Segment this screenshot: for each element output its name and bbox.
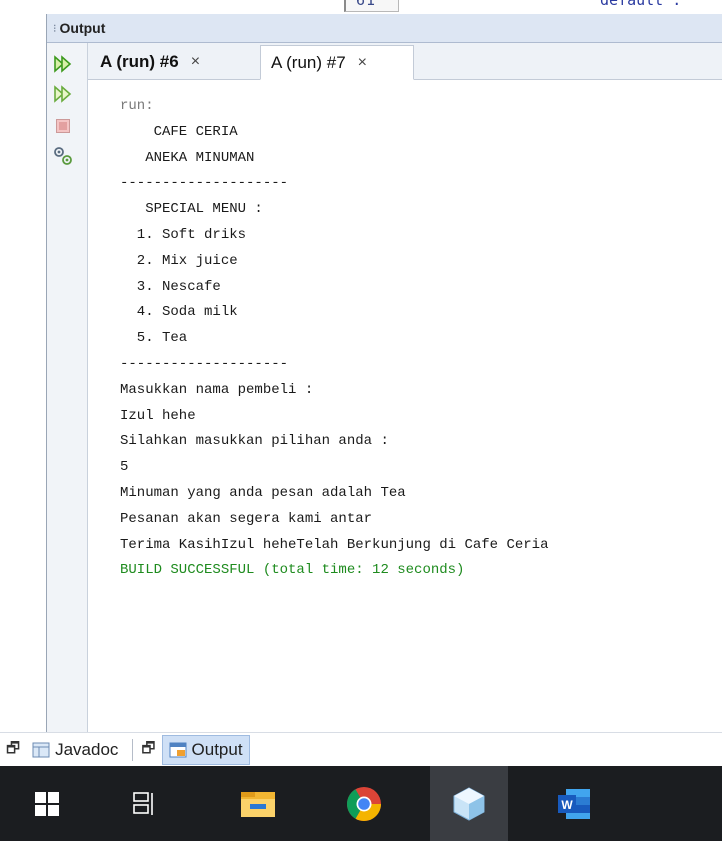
- console-line: SPECIAL MENU :: [120, 201, 263, 218]
- console-line: Pesanan akan segera kami antar: [120, 510, 373, 527]
- dock-separator: [132, 739, 134, 761]
- pin-icon[interactable]: 🗗: [6, 738, 20, 763]
- console-line: 5: [120, 459, 129, 476]
- console-line: Masukkan nama pembeli :: [120, 381, 314, 398]
- console-lines: run: CAFE CERIA ANEKA MINUMAN -----------…: [120, 94, 548, 584]
- close-icon[interactable]: ×: [358, 54, 367, 72]
- console-line: --------------------: [120, 175, 289, 192]
- netbeans-icon[interactable]: [430, 766, 508, 841]
- console-line: Izul hehe: [120, 407, 196, 424]
- console-line: BUILD SUCCESSFUL (total time: 12 seconds…: [120, 562, 465, 579]
- bottom-dock: 🗗 Javadoc 🗗 Output: [0, 732, 722, 767]
- output-window-title: Output: [59, 20, 106, 36]
- dock-item-label: Javadoc: [55, 740, 119, 759]
- settings-icon[interactable]: [52, 145, 74, 167]
- task-view-icon[interactable]: [105, 766, 183, 841]
- console-line: 1. Soft driks: [120, 226, 247, 243]
- drag-grip-icon[interactable]: ⁝: [53, 22, 57, 35]
- rerun-icon[interactable]: [52, 53, 74, 75]
- output-tabs: A (run) #6 × A (run) #7 ×: [88, 43, 722, 80]
- stop-icon[interactable]: [52, 115, 74, 137]
- console-line: 5. Tea: [120, 330, 188, 347]
- chrome-icon[interactable]: [325, 766, 403, 841]
- console-line: --------------------: [120, 355, 289, 372]
- close-icon[interactable]: ×: [191, 53, 200, 71]
- dock-item-javadoc[interactable]: Javadoc: [26, 735, 124, 765]
- dock-item-label: Output: [191, 740, 243, 759]
- rerun-with-options-icon[interactable]: [52, 83, 74, 105]
- console-line: 2. Mix juice: [120, 252, 238, 269]
- editor-fragment: 61 default :: [0, 0, 722, 14]
- pin-icon[interactable]: 🗗: [141, 738, 155, 763]
- windows-taskbar: W: [0, 766, 722, 841]
- console-line: ANEKA MINUMAN: [120, 149, 255, 166]
- tab-run-7[interactable]: A (run) #7 ×: [260, 45, 414, 80]
- console-line: 4. Soda milk: [120, 304, 238, 321]
- console-line: Silahkan masukkan pilihan anda :: [120, 433, 389, 450]
- console-output[interactable]: run: CAFE CERIA ANEKA MINUMAN -----------…: [88, 80, 722, 732]
- javadoc-icon: [32, 742, 50, 758]
- editor-line-number: 61: [356, 0, 377, 9]
- output-window: ⁝ Output A (run) #6 × A (run) #7 × run: …: [46, 14, 722, 732]
- console-line: Terima KasihIzul heheTelah Berkunjung di…: [120, 536, 549, 553]
- output-icon: [169, 742, 187, 758]
- tab-label: A (run) #6: [100, 51, 179, 71]
- tab-run-6[interactable]: A (run) #6 ×: [94, 45, 259, 78]
- output-window-header[interactable]: ⁝ Output: [47, 14, 722, 43]
- windows-start-icon[interactable]: [8, 766, 86, 841]
- tab-label: A (run) #7: [271, 52, 346, 72]
- svg-text:W: W: [561, 798, 573, 812]
- dock-item-output[interactable]: Output: [161, 735, 250, 765]
- editor-code-text: default :: [600, 0, 682, 9]
- output-toolbar: [47, 43, 88, 732]
- word-icon[interactable]: W: [535, 766, 613, 841]
- console-line: Minuman yang anda pesan adalah Tea: [120, 484, 406, 501]
- console-line: CAFE CERIA: [120, 123, 238, 140]
- file-explorer-icon[interactable]: [219, 766, 297, 841]
- console-line: run:: [120, 98, 154, 114]
- console-line: 3. Nescafe: [120, 278, 221, 295]
